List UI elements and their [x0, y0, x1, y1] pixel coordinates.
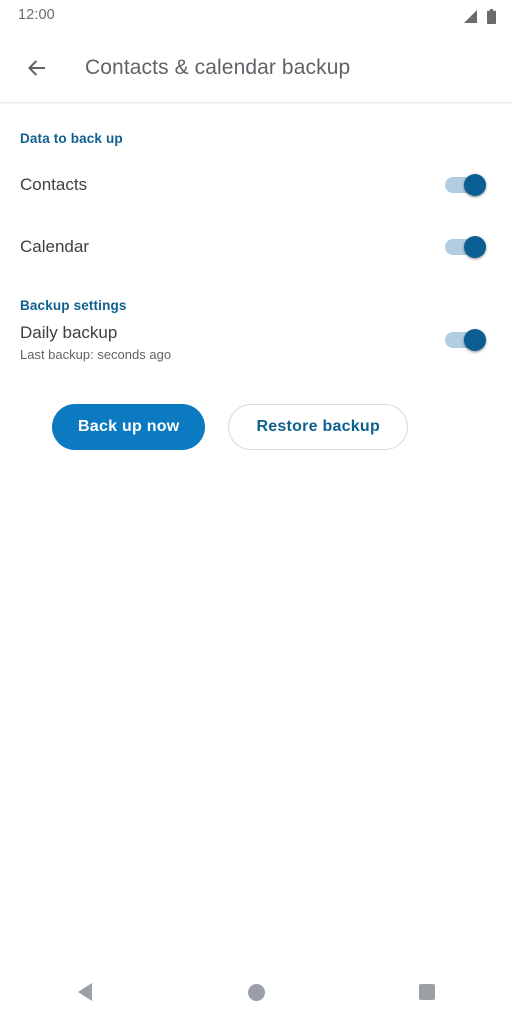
setting-row-calendar[interactable]: Calendar — [0, 222, 512, 272]
nav-recents-square-icon — [418, 984, 435, 1000]
section-header-backup-settings: Backup settings — [20, 298, 127, 313]
setting-row-daily-backup-texts: Daily backup Last backup: seconds ago — [20, 321, 435, 364]
phone-screen: 12:00 Contacts & calendar backup Data to… — [0, 0, 512, 1024]
page-title: Contacts & calendar backup — [85, 56, 351, 79]
nav-back-button[interactable] — [0, 960, 171, 1024]
status-bar: 12:00 — [0, 0, 512, 34]
back-up-now-button[interactable]: Back up now — [52, 404, 206, 450]
toggle-contacts[interactable] — [445, 173, 486, 197]
action-button-row: Back up now Restore backup — [0, 371, 512, 450]
setting-row-contacts-label: Contacts — [20, 175, 88, 194]
setting-row-calendar-label: Calendar — [20, 237, 89, 256]
setting-row-calendar-texts: Calendar — [20, 236, 435, 258]
toggle-calendar[interactable] — [445, 235, 486, 259]
restore-backup-button[interactable]: Restore backup — [228, 404, 408, 450]
status-bar-icons — [463, 9, 496, 24]
app-bar: Contacts & calendar backup — [0, 34, 512, 102]
toggle-daily-backup-thumb — [464, 329, 486, 351]
back-arrow-icon — [28, 60, 45, 76]
toggle-daily-backup[interactable] — [445, 328, 486, 352]
system-navigation-bar — [0, 960, 512, 1024]
setting-row-daily-backup-status: Last backup: seconds ago — [20, 347, 172, 362]
toggle-calendar-thumb — [464, 236, 486, 258]
status-bar-clock: 12:00 — [18, 7, 55, 23]
signal-bars-icon — [464, 9, 477, 23]
setting-row-contacts[interactable]: Contacts — [0, 160, 512, 210]
setting-row-daily-backup-label: Daily backup — [20, 323, 118, 342]
nav-back-triangle-icon — [78, 983, 93, 1001]
section-header-data-to-back-up: Data to back up — [20, 131, 123, 146]
back-button[interactable] — [11, 42, 63, 94]
toggle-contacts-thumb — [464, 174, 486, 196]
settings-content: Data to back up Contacts Calendar Backup… — [0, 104, 512, 960]
setting-row-contacts-texts: Contacts — [20, 174, 435, 196]
nav-home-button[interactable] — [171, 960, 342, 1024]
setting-row-daily-backup[interactable]: Daily backup Last backup: seconds ago — [0, 321, 512, 371]
nav-recents-button[interactable] — [341, 960, 512, 1024]
nav-home-circle-icon — [247, 983, 265, 1001]
battery-full-icon — [487, 9, 496, 24]
